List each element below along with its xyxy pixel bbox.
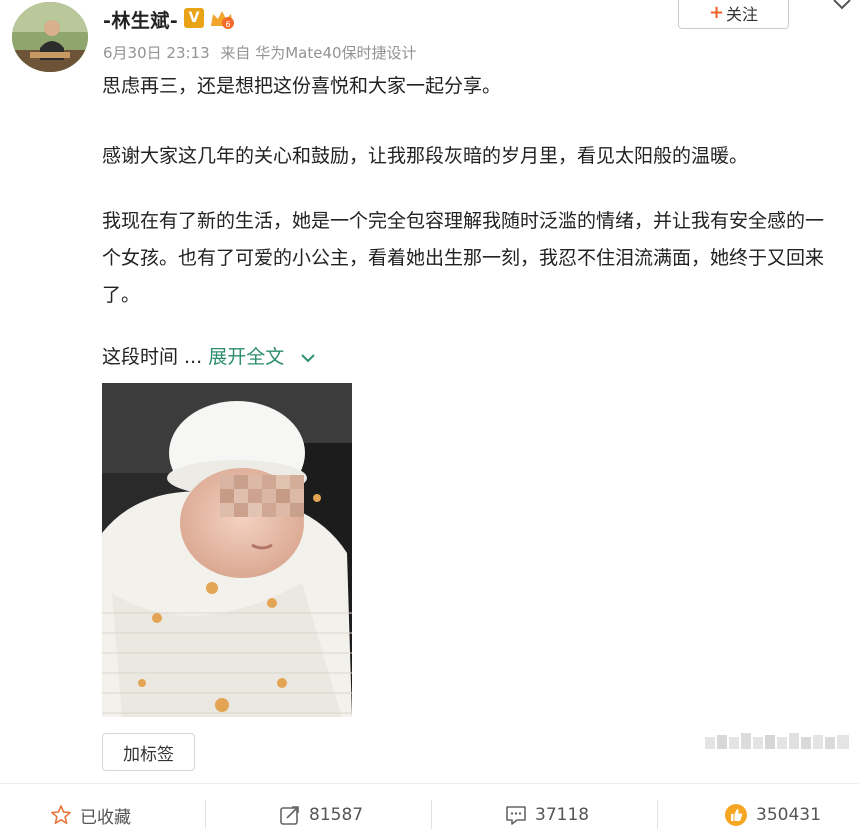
avatar[interactable] [12, 2, 88, 72]
comment-icon [506, 806, 526, 825]
verified-v-badge-icon: V [184, 8, 204, 28]
add-tag-button[interactable]: 加标签 [102, 733, 195, 771]
expand-chevron-down-icon[interactable] [300, 352, 316, 364]
post-source[interactable]: 华为Mate40保时捷设计 [255, 44, 416, 62]
post-meta: 6月30日 23:13 来自 华为Mate40保时捷设计 [103, 42, 417, 63]
action-separator [657, 800, 658, 829]
newborn-baby-photo-icon [102, 383, 352, 717]
action-bar-divider [0, 783, 859, 784]
comment-count: 37118 [535, 805, 590, 825]
star-icon [51, 805, 71, 824]
favorite-button[interactable]: 已收藏 [50, 800, 131, 829]
post-paragraph-3: 我现在有了新的生活，她是一个完全包容理解我随时泛滥的情绪，并让我有安全感的一个女… [102, 210, 825, 306]
expand-full-text-link[interactable]: 展开全文 [208, 346, 284, 368]
comment-button[interactable]: 37118 [505, 800, 589, 829]
plus-icon: + [708, 2, 725, 23]
blurred-watermark-icon [705, 733, 849, 749]
favorite-label: 已收藏 [80, 807, 131, 828]
source-prefix: 来自 [220, 44, 251, 62]
action-separator [431, 800, 432, 829]
truncated-text: 这段时间 ... [102, 346, 203, 368]
thumbs-up-icon [725, 804, 747, 826]
author-name[interactable]: -林生斌- [103, 6, 178, 33]
action-separator [205, 800, 206, 829]
share-count: 81587 [309, 805, 364, 825]
post-paragraph-1: 思虑再三，还是想把这份喜悦和大家一起分享。 [102, 75, 502, 97]
post-truncated-line: 这段时间 ... 展开全文 [102, 339, 842, 376]
like-count: 350431 [756, 805, 821, 825]
like-button[interactable]: 350431 [724, 800, 821, 829]
post-time[interactable]: 6月30日 23:13 [103, 44, 210, 62]
post-paragraph-2: 感谢大家这几年的关心和鼓励，让我那段灰暗的岁月里，看见太阳般的温暖。 [102, 145, 749, 167]
follow-button[interactable]: + 关注 [678, 0, 789, 29]
follow-label: 关注 [726, 4, 759, 24]
avatar-photo-icon [12, 2, 88, 72]
crown-badge-icon: 6 [211, 11, 234, 29]
share-icon [280, 806, 299, 825]
post-image[interactable] [102, 383, 352, 717]
chevron-down-icon[interactable] [830, 0, 854, 16]
share-button[interactable]: 81587 [279, 800, 363, 829]
svg-text:6: 6 [225, 20, 230, 29]
